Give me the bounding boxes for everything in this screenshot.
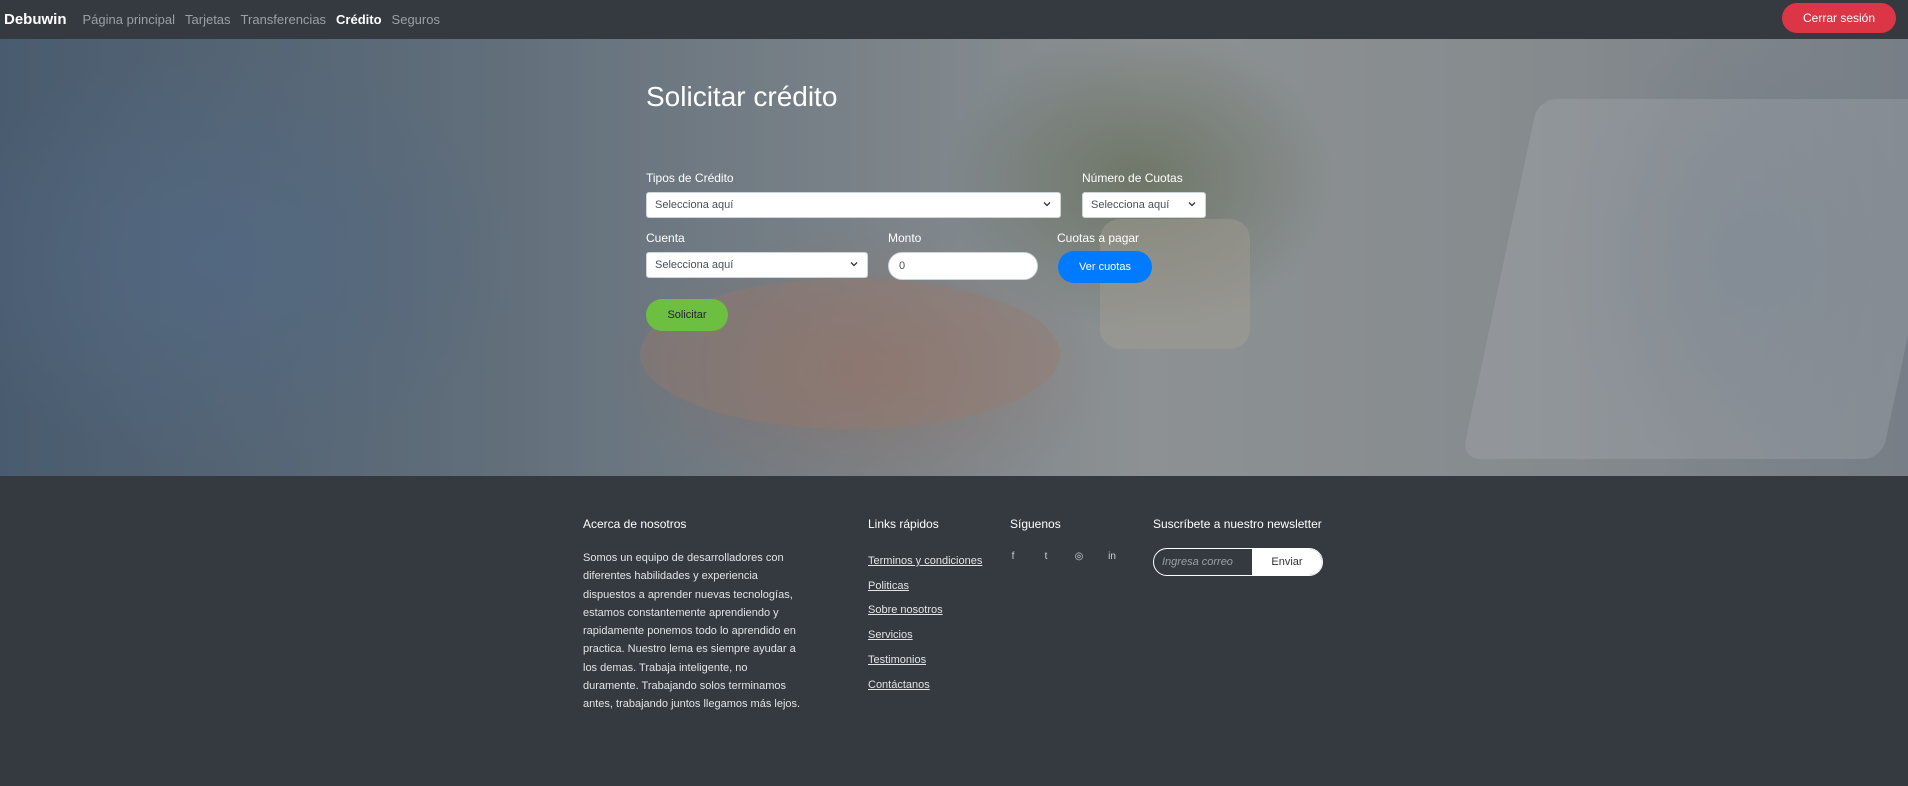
numero-cuotas-select[interactable]: Selecciona aquí xyxy=(1082,192,1206,218)
numero-cuotas-value: Selecciona aquí xyxy=(1091,199,1170,211)
nav-link-credito[interactable]: Crédito xyxy=(336,12,382,27)
brand-logo[interactable]: Debuwin xyxy=(4,11,67,28)
logout-button[interactable]: Cerrar sesión xyxy=(1782,3,1896,33)
link-politicas[interactable]: Politicas xyxy=(868,574,982,599)
quick-links-list: Terminos y condiciones Politicas Sobre n… xyxy=(868,549,982,697)
solicitar-button[interactable]: Solicitar xyxy=(646,299,728,331)
newsletter-submit-button[interactable]: Enviar xyxy=(1252,549,1322,575)
link-contactanos[interactable]: Contáctanos xyxy=(868,673,982,698)
tipos-credito-select[interactable]: Selecciona aquí xyxy=(646,192,1061,218)
linkedin-icon[interactable]: in xyxy=(1105,549,1119,563)
nav-link-transferencias[interactable]: Transferencias xyxy=(241,12,327,27)
newsletter-form: Enviar xyxy=(1153,548,1323,576)
link-testimonios[interactable]: Testimonios xyxy=(868,648,982,673)
nav-link-inicio[interactable]: Página principal xyxy=(83,12,176,27)
navbar: Debuwin Página principal Tarjetas Transf… xyxy=(0,0,1908,39)
newsletter-email-input[interactable] xyxy=(1154,549,1252,575)
cuenta-value: Selecciona aquí xyxy=(655,259,734,271)
footer: Acerca de nosotros Somos un equipo de de… xyxy=(0,476,1908,786)
chevron-down-icon xyxy=(1188,202,1196,207)
nav-link-tarjetas[interactable]: Tarjetas xyxy=(185,12,231,27)
newsletter-heading: Suscríbete a nuestro newsletter xyxy=(1153,517,1322,531)
social-heading: Síguenos xyxy=(1010,517,1061,531)
monto-label: Monto xyxy=(888,231,922,245)
tipos-credito-value: Selecciona aquí xyxy=(655,199,734,211)
nav-link-seguros[interactable]: Seguros xyxy=(392,12,440,27)
twitter-icon[interactable]: t xyxy=(1039,549,1053,563)
cuotas-pagar-label: Cuotas a pagar xyxy=(1057,231,1140,245)
about-heading: Acerca de nosotros xyxy=(583,517,687,531)
chevron-down-icon xyxy=(850,262,858,267)
credit-form: Solicitar crédito Tipos de Crédito Selec… xyxy=(646,81,1246,331)
ver-cuotas-button[interactable]: Ver cuotas xyxy=(1058,251,1152,283)
cuenta-select[interactable]: Selecciona aquí xyxy=(646,252,868,278)
link-terminos[interactable]: Terminos y condiciones xyxy=(868,549,982,574)
hero-section: Solicitar crédito Tipos de Crédito Selec… xyxy=(0,39,1908,476)
facebook-icon[interactable]: f xyxy=(1006,549,1020,563)
links-heading: Links rápidos xyxy=(868,517,939,531)
monto-input[interactable] xyxy=(888,252,1038,280)
about-text: Somos un equipo de desarrolladores con d… xyxy=(583,552,801,711)
instagram-icon[interactable]: ◎ xyxy=(1072,549,1086,563)
link-sobre-nosotros[interactable]: Sobre nosotros xyxy=(868,598,982,623)
cuenta-label: Cuenta xyxy=(646,231,685,245)
page-title: Solicitar crédito xyxy=(646,81,838,112)
chevron-down-icon xyxy=(1043,202,1051,207)
link-servicios[interactable]: Servicios xyxy=(868,623,982,648)
tipos-credito-label: Tipos de Crédito xyxy=(646,171,734,185)
numero-cuotas-label: Número de Cuotas xyxy=(1082,171,1183,185)
